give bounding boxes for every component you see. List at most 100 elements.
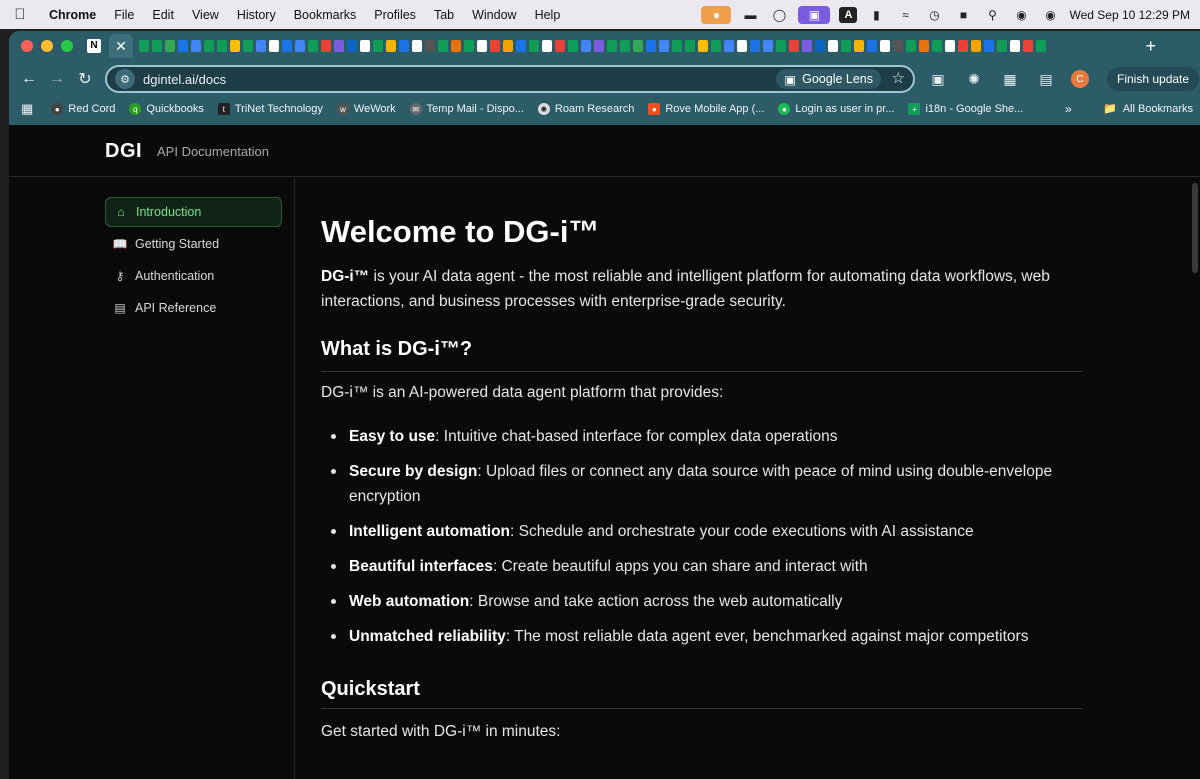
bookmark-i18n-sheet[interactable]: + i18n - Google She... <box>908 103 1023 115</box>
tab-favicon-icon[interactable] <box>581 40 591 52</box>
keyboard-input-icon[interactable]: A <box>839 6 858 23</box>
tab-favicon-icon[interactable] <box>698 40 708 52</box>
tab-favicon-icon[interactable] <box>594 40 604 52</box>
bookmark-temp-mail[interactable]: ✉ Temp Mail - Dispo... <box>409 103 524 115</box>
openai-extension-icon[interactable]: ✺ <box>963 68 985 90</box>
sidebar-item-authentication[interactable]: ⚷ Authentication <box>105 261 282 291</box>
extensions-puzzle-icon[interactable]: ▦ <box>999 68 1021 90</box>
finish-update-button[interactable]: Finish update <box>1107 67 1200 91</box>
back-icon[interactable]: ← <box>15 70 43 88</box>
tab-favicon-icon[interactable] <box>490 40 500 52</box>
apple-menu-icon[interactable]:  <box>0 6 40 23</box>
tab-favicon-icon[interactable] <box>802 40 812 52</box>
bookmark-login-as-user[interactable]: ● Login as user in pr... <box>778 103 894 115</box>
time-machine-icon[interactable]: ◷ <box>924 7 944 23</box>
reload-icon[interactable]: ↻ <box>71 69 99 89</box>
tab-favicon-icon[interactable] <box>269 40 279 52</box>
tab-favicon-icon[interactable] <box>477 40 487 52</box>
tab-favicon-icon[interactable] <box>438 40 448 52</box>
bookmark-wework[interactable]: w WeWork <box>336 103 396 115</box>
tab-favicon-icon[interactable] <box>412 40 422 52</box>
tab-favicon-icon[interactable] <box>516 40 526 52</box>
battery-icon[interactable]: ▮ <box>866 7 886 23</box>
tab-favicon-icon[interactable] <box>672 40 682 52</box>
menu-app-chrome[interactable]: Chrome <box>40 8 105 22</box>
tab-favicon-icon[interactable] <box>1036 40 1046 52</box>
tab-favicon-icon[interactable] <box>568 40 578 52</box>
toggle-icon[interactable]: ▬ <box>740 7 760 23</box>
menu-edit[interactable]: Edit <box>143 8 183 22</box>
notion-extension-icon[interactable]: ▣ <box>927 68 949 90</box>
tab-favicon-icon[interactable] <box>347 40 357 52</box>
menu-tab[interactable]: Tab <box>425 8 463 22</box>
more-bookmarks-icon[interactable]: » <box>1065 102 1072 116</box>
tab-favicon-icon[interactable] <box>529 40 539 52</box>
tab-favicon-icon[interactable] <box>971 40 981 52</box>
tab-favicon-icon[interactable] <box>750 40 760 52</box>
menu-help[interactable]: Help <box>526 8 570 22</box>
tab-favicon-icon[interactable] <box>789 40 799 52</box>
tab-favicon-icon[interactable] <box>191 40 201 52</box>
tab-favicon-icon[interactable] <box>906 40 916 52</box>
tab-search-icon[interactable]: ▤ <box>1035 68 1057 90</box>
address-bar[interactable]: ⚙ dgintel.ai/docs ▣ Google Lens ☆ <box>105 65 915 93</box>
tab-favicon-icon[interactable] <box>633 40 643 52</box>
bookmark-rove-mobile[interactable]: ● Rove Mobile App (... <box>648 103 764 115</box>
bookmark-red-cord[interactable]: ● Red Cord <box>51 103 115 115</box>
active-tab-close-icon[interactable]: ✕ <box>109 34 133 58</box>
tab-favicon-icon[interactable] <box>893 40 903 52</box>
tab-favicon-icon[interactable] <box>620 40 630 52</box>
sidebar-item-getting-started[interactable]: 📖 Getting Started <box>105 229 282 259</box>
tab-favicon-icon[interactable] <box>334 40 344 52</box>
bookmark-star-icon[interactable]: ☆ <box>892 69 905 87</box>
tab-favicon-icon[interactable] <box>165 40 175 52</box>
fullscreen-window-button[interactable] <box>61 40 73 52</box>
record-icon[interactable]: ◯ <box>769 7 789 23</box>
bookmark-quickbooks[interactable]: q Quickbooks <box>129 103 204 115</box>
tab-favicon-icon[interactable] <box>1023 40 1033 52</box>
tab-favicon-icon[interactable] <box>607 40 617 52</box>
tab-favicon-icon[interactable] <box>178 40 188 52</box>
profile-avatar[interactable]: C <box>1071 70 1089 88</box>
menu-history[interactable]: History <box>228 8 285 22</box>
tab-favicon-icon[interactable] <box>932 40 942 52</box>
tab-favicon-icon[interactable] <box>464 40 474 52</box>
pinned-tab-notion[interactable]: N <box>87 39 101 53</box>
site-info-icon[interactable]: ⚙ <box>115 69 135 89</box>
tab-favicon-icon[interactable] <box>737 40 747 52</box>
tab-favicon-icon[interactable] <box>256 40 266 52</box>
microphone-icon[interactable]: ● <box>701 5 732 24</box>
tab-favicon-icon[interactable] <box>386 40 396 52</box>
wifi-icon[interactable]: ≈ <box>895 7 915 23</box>
user-switch-icon[interactable]: ■ <box>953 7 973 23</box>
tab-favicon-icon[interactable] <box>295 40 305 52</box>
menubar-clock[interactable]: Wed Sep 10 12:29 PM <box>1069 8 1190 22</box>
tab-favicon-icon[interactable] <box>308 40 318 52</box>
tab-favicon-icon[interactable] <box>282 40 292 52</box>
google-lens-button[interactable]: ▣ Google Lens <box>776 69 881 89</box>
tab-favicon-icon[interactable] <box>945 40 955 52</box>
tab-favicon-icon[interactable] <box>815 40 825 52</box>
sidebar-item-api-reference[interactable]: ▤ API Reference <box>105 293 282 323</box>
tab-favicon-icon[interactable] <box>399 40 409 52</box>
tab-favicon-icon[interactable] <box>1010 40 1020 52</box>
screen-share-icon[interactable]: ▣ <box>798 5 831 24</box>
tab-favicon-icon[interactable] <box>919 40 929 52</box>
tab-favicon-icon[interactable] <box>646 40 656 52</box>
bookmark-trinet[interactable]: t TriNet Technology <box>217 103 323 115</box>
menu-file[interactable]: File <box>105 8 143 22</box>
menu-profiles[interactable]: Profiles <box>365 8 425 22</box>
tab-favicon-icon[interactable] <box>867 40 877 52</box>
tab-favicon-icon[interactable] <box>243 40 253 52</box>
tab-favicon-icon[interactable] <box>997 40 1007 52</box>
menu-view[interactable]: View <box>183 8 228 22</box>
close-window-button[interactable] <box>21 40 33 52</box>
page-scrollbar[interactable] <box>1192 183 1198 273</box>
tab-favicon-icon[interactable] <box>321 40 331 52</box>
tab-favicon-icon[interactable] <box>776 40 786 52</box>
bookmark-roam-research[interactable]: ✺ Roam Research <box>537 103 634 115</box>
menu-bookmarks[interactable]: Bookmarks <box>285 8 366 22</box>
tab-favicon-icon[interactable] <box>204 40 214 52</box>
tab-favicon-icon[interactable] <box>425 40 435 52</box>
all-bookmarks-button[interactable]: 📁 All Bookmarks <box>1103 102 1193 116</box>
